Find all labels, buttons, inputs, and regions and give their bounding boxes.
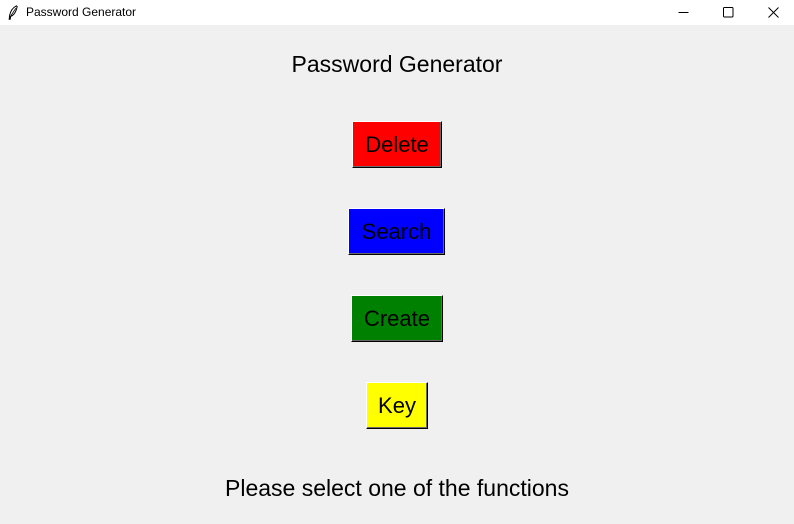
key-button[interactable]: Key [366,382,428,429]
maximize-button[interactable] [705,0,751,25]
title-bar[interactable]: Password Generator [0,0,794,25]
maximize-icon [722,7,734,18]
search-button[interactable]: Search [348,208,445,255]
page-title: Password Generator [291,51,503,77]
window-title: Password Generator [26,5,137,19]
close-button[interactable] [750,0,794,25]
status-message: Please select one of the functions [225,475,569,501]
close-icon [767,7,779,18]
minimize-button[interactable] [660,0,706,25]
create-button[interactable]: Create [351,295,443,342]
minimize-icon [678,7,689,18]
feather-icon [7,5,19,20]
app-window: Password Generator Password Generator De… [0,0,794,524]
delete-button[interactable]: Delete [352,121,442,168]
